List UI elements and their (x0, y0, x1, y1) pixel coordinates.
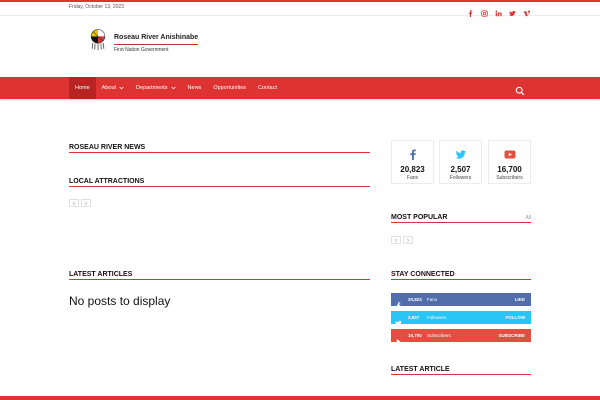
prev-page-button[interactable] (391, 236, 401, 244)
facebook-icon[interactable] (467, 4, 474, 17)
latest-article-heading: LATEST ARTICLE (391, 365, 531, 375)
site-logo[interactable]: Roseau River Anishinabe First Nation Gov… (84, 27, 204, 65)
counter-label: Followers (449, 175, 472, 181)
search-icon[interactable] (515, 83, 525, 96)
social-bar-count: 16,700 (408, 333, 422, 338)
nav-item-contact[interactable]: Contact (252, 77, 283, 99)
counter-value: 2,507 (450, 165, 471, 174)
twitter-icon (455, 147, 467, 159)
social-bar-label: Fans (427, 297, 438, 302)
footer-accent-stripe (0, 396, 600, 400)
logo-title: Roseau River Anishinabe (114, 34, 199, 41)
local-attractions-heading: LOCAL ATTRACTIONS (69, 177, 370, 187)
follow-button[interactable]: FOLLOW (506, 314, 526, 321)
nav-item-home[interactable]: Home (69, 77, 96, 99)
social-counter-twitter[interactable]: 2,507 Followers (439, 140, 482, 184)
twitter-icon (395, 314, 402, 327)
social-bar-count: 20,823 (408, 297, 422, 302)
social-bar-label: Followers (427, 315, 447, 320)
linkedin-icon[interactable] (495, 4, 502, 17)
next-page-button[interactable] (81, 199, 91, 207)
counter-value: 20,823 (400, 165, 425, 174)
current-date: Friday, October 13, 2023 (69, 4, 124, 10)
no-posts-message: No posts to display (69, 294, 171, 308)
most-popular-pager (391, 236, 413, 244)
most-popular-all-link[interactable]: All (525, 214, 531, 223)
nav-menu: Home About Departments News Opportunitie… (69, 77, 283, 99)
nav-item-opportunities[interactable]: Opportunities (207, 77, 252, 99)
prev-page-button[interactable] (69, 199, 79, 207)
social-counter-facebook[interactable]: 20,823 Fans (391, 140, 434, 184)
block-title-text: STAY CONNECTED (391, 271, 455, 278)
nav-item-label: Home (75, 85, 90, 91)
youtube-icon (395, 332, 402, 344)
like-button[interactable]: LIKE (515, 296, 525, 303)
facebook-icon (395, 296, 402, 309)
social-counter-youtube[interactable]: 16,700 Subscribers (488, 140, 531, 184)
nav-item-news[interactable]: News (182, 77, 208, 99)
social-bar-count: 2,507 (408, 315, 420, 320)
next-page-button[interactable] (403, 236, 413, 244)
nav-item-label: About (101, 85, 117, 91)
roseau-river-news-heading: ROSEAU RIVER NEWS (69, 143, 370, 153)
logo-subtitle: First Nation Government (114, 47, 169, 53)
nav-item-departments[interactable]: Departments (130, 77, 182, 99)
block-title-text: MOST POPULAR (391, 214, 448, 221)
block-title-text: LOCAL ATTRACTIONS (69, 178, 145, 185)
chevron-down-icon (119, 86, 124, 90)
top-social-icons (467, 4, 532, 17)
block-title-text: ROSEAU RIVER NEWS (69, 144, 146, 151)
counter-label: Subscribers (496, 175, 523, 181)
social-bar-label: Subscribers (427, 333, 451, 338)
vimeo-icon[interactable] (523, 4, 532, 17)
youtube-icon (504, 147, 516, 159)
social-bar-facebook[interactable]: 20,823 Fans LIKE (391, 293, 531, 309)
nav-item-about[interactable]: About (96, 77, 130, 99)
block-title-text: LATEST ARTICLE (391, 366, 450, 373)
counter-value: 16,700 (497, 165, 522, 174)
chevron-down-icon (170, 86, 176, 90)
subscribe-button[interactable]: SUBSCRIBE (498, 332, 525, 339)
medicine-wheel-emblem-icon (90, 29, 106, 51)
counter-label: Fans (406, 175, 419, 181)
block-title-text: LATEST ARTICLES (69, 271, 133, 278)
social-bar-youtube[interactable]: 16,700 Subscribers SUBSCRIBE (391, 329, 531, 344)
stay-connected-heading: STAY CONNECTED (391, 270, 531, 280)
social-bar-twitter[interactable]: 2,507 Followers FOLLOW (391, 311, 531, 327)
local-attractions-pager (69, 199, 91, 207)
facebook-icon (407, 147, 419, 160)
top-bar: Friday, October 13, 2023 (0, 2, 600, 17)
most-popular-heading: MOST POPULAR All (391, 213, 531, 223)
twitter-icon[interactable] (509, 4, 516, 17)
latest-articles-heading: LATEST ARTICLES (69, 270, 370, 280)
instagram-icon[interactable] (481, 4, 488, 17)
nav-item-label: News (187, 85, 202, 91)
nav-item-label: Opportunities (213, 85, 247, 91)
nav-item-label: Contact (258, 85, 277, 91)
logo-divider (114, 44, 198, 45)
nav-item-label: Departments (136, 85, 168, 91)
main-navigation: Home About Departments News Opportunitie… (0, 77, 600, 99)
